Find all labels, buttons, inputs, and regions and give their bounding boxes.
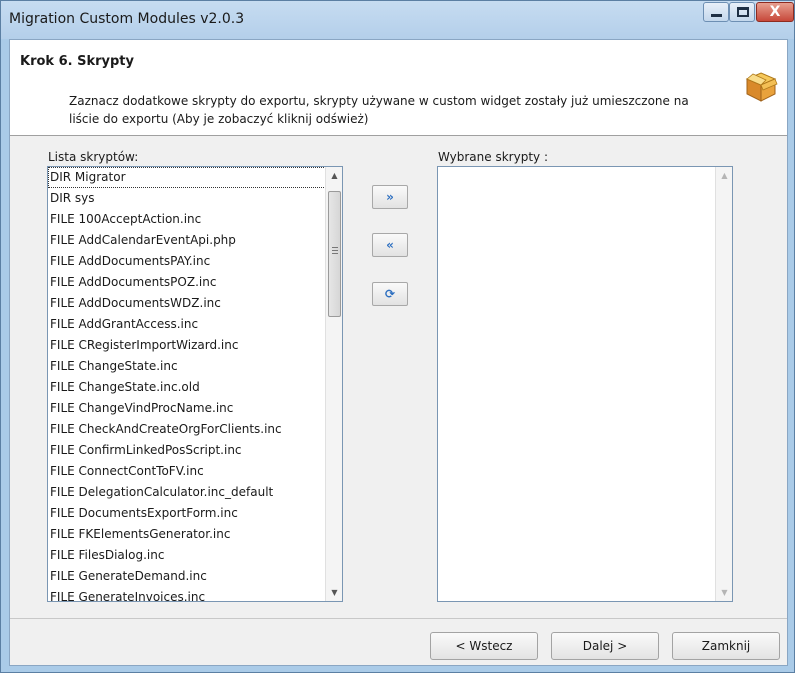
- script-list-label: Lista skryptów:: [48, 150, 139, 164]
- minimize-icon: [711, 14, 722, 17]
- list-item[interactable]: FILE FKElementsGenerator.inc: [48, 524, 326, 545]
- list-item[interactable]: FILE AddDocumentsPOZ.inc: [48, 272, 326, 293]
- scroll-thumb[interactable]: [328, 191, 341, 317]
- close-icon: X: [769, 4, 781, 20]
- list-item[interactable]: FILE ConnectContToFV.inc: [48, 461, 326, 482]
- double-chevron-right-icon: »: [386, 190, 394, 204]
- selected-list-scrollbar[interactable]: ▲ ▼: [715, 167, 732, 601]
- app-window: Migration Custom Modules v2.0.3 X Krok 6…: [0, 0, 795, 673]
- list-item[interactable]: FILE ConfirmLinkedPosScript.inc: [48, 440, 326, 461]
- maximize-button[interactable]: [729, 2, 755, 22]
- title-bar[interactable]: Migration Custom Modules v2.0.3 X: [1, 1, 794, 39]
- maximize-icon: [737, 7, 749, 17]
- close-window-button[interactable]: X: [756, 2, 794, 22]
- script-list[interactable]: DIR Migrator DIR sys FILE 100AcceptAction.…: [47, 166, 343, 602]
- list-item[interactable]: FILE GenerateDemand.inc: [48, 566, 326, 587]
- step-title: Krok 6. Skrypty: [20, 54, 134, 69]
- wizard-header: Krok 6. Skrypty Zaznacz dodatkowe skrypt…: [10, 40, 787, 136]
- list-item[interactable]: FILE ChangeState.inc: [48, 356, 326, 377]
- list-item[interactable]: FILE 100AcceptAction.inc: [48, 209, 326, 230]
- list-item[interactable]: FILE AddCalendarEventApi.php: [48, 230, 326, 251]
- list-item[interactable]: FILE DelegationCalculator.inc_default: [48, 482, 326, 503]
- step-description: Zaznacz dodatkowe skrypty do exportu, sk…: [69, 94, 689, 126]
- list-item[interactable]: FILE CheckAndCreateOrgForClients.inc: [48, 419, 326, 440]
- minimize-button[interactable]: [703, 2, 729, 22]
- list-item[interactable]: FILE FilesDialog.inc: [48, 545, 326, 566]
- window-title: Migration Custom Modules v2.0.3: [9, 11, 245, 27]
- list-item[interactable]: DIR Migrator: [48, 167, 326, 188]
- list-item[interactable]: FILE CRegisterImportWizard.inc: [48, 335, 326, 356]
- list-item[interactable]: DIR sys: [48, 188, 326, 209]
- remove-script-button[interactable]: «: [372, 233, 408, 257]
- footer-divider: [10, 618, 787, 619]
- scroll-up-arrow-icon[interactable]: ▲: [716, 167, 732, 184]
- script-list-items: DIR Migrator DIR sys FILE 100AcceptAction.…: [48, 167, 326, 601]
- script-list-scrollbar[interactable]: ▲ ▼: [325, 167, 342, 601]
- add-script-button[interactable]: »: [372, 185, 408, 209]
- wizard-body: Krok 6. Skrypty Zaznacz dodatkowe skrypt…: [9, 39, 788, 666]
- scroll-down-arrow-icon[interactable]: ▼: [326, 584, 342, 601]
- list-item[interactable]: FILE AddDocumentsPAY.inc: [48, 251, 326, 272]
- close-button[interactable]: Zamknij: [672, 632, 780, 660]
- selected-scripts-list[interactable]: ▲ ▼: [437, 166, 733, 602]
- refresh-icon: ⟳: [384, 287, 396, 301]
- scroll-up-arrow-icon[interactable]: ▲: [326, 167, 342, 184]
- list-item[interactable]: FILE AddGrantAccess.inc: [48, 314, 326, 335]
- refresh-button[interactable]: ⟳: [372, 282, 408, 306]
- list-item[interactable]: FILE AddDocumentsWDZ.inc: [48, 293, 326, 314]
- list-item[interactable]: FILE ChangeVindProcName.inc: [48, 398, 326, 419]
- selected-scripts-label: Wybrane skrypty :: [438, 150, 548, 164]
- double-chevron-left-icon: «: [386, 238, 394, 252]
- next-button[interactable]: Dalej >: [551, 632, 659, 660]
- list-item[interactable]: FILE ChangeState.inc.old: [48, 377, 326, 398]
- scroll-down-arrow-icon[interactable]: ▼: [716, 584, 732, 601]
- list-item[interactable]: FILE GenerateInvoices.inc: [48, 587, 326, 601]
- package-box-icon: [745, 72, 778, 102]
- list-item[interactable]: FILE DocumentsExportForm.inc: [48, 503, 326, 524]
- back-button[interactable]: < Wstecz: [430, 632, 538, 660]
